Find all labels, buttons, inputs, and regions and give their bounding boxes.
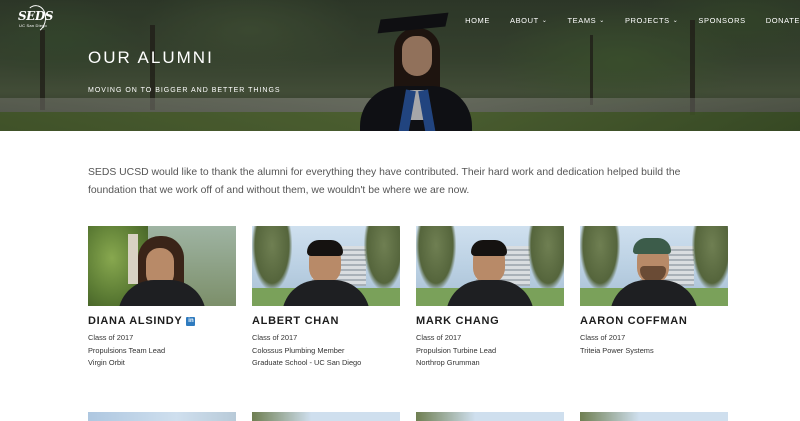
main-nav: HOME ABOUT ⌄ TEAMS ⌄ PROJECTS ⌄ SPONSORS… (465, 13, 800, 27)
alumni-role: Propulsion Turbine Lead (416, 345, 497, 355)
nav-about-label: ABOUT (509, 15, 539, 25)
alumni-photo (252, 226, 400, 306)
nav-teams[interactable]: TEAMS ⌄ (567, 16, 604, 25)
alumni-name-text: AARON COFFMAN (580, 315, 688, 327)
alumni-name: ALBERT CHAN (252, 315, 339, 327)
alumni-photo-next-row (88, 412, 236, 421)
alumni-role: Propulsions Team Lead (88, 345, 166, 355)
alumni-photo-next-row (416, 412, 564, 421)
nav-donate-label: DONATE (765, 15, 800, 25)
nav-donate[interactable]: DONATE (766, 16, 800, 25)
chevron-down-icon: ⌄ (599, 17, 605, 24)
alumni-class: Class of 2017 (252, 333, 298, 342)
alumni-photo-next-row (580, 412, 728, 421)
page-subtitle: MOVING ON TO BIGGER AND BETTER THINGS (88, 87, 281, 94)
nav-home-label: HOME (465, 15, 490, 25)
alumni-class: Class of 2017 (88, 333, 134, 342)
nav-sponsors-label: SPONSORS (698, 15, 746, 25)
alumni-name: DIANA ALSINDY in (88, 315, 196, 327)
seds-logo[interactable]: SEDS UC San Diego (16, 3, 53, 35)
alumni-name: AARON COFFMAN (580, 315, 687, 327)
page-title: OUR ALUMNI (88, 48, 214, 67)
alumni-photo (416, 226, 564, 306)
nav-projects[interactable]: PROJECTS ⌄ (625, 16, 678, 25)
alumni-name-text: ALBERT CHAN (252, 315, 340, 327)
nav-sponsors[interactable]: SPONSORS (698, 16, 745, 25)
alumni-name-text: MARK CHANG (416, 315, 500, 327)
alumni-current: Northrop Grumman (416, 358, 480, 367)
alumni-role: Triteia Power Systems (580, 345, 654, 355)
alumni-current: Virgin Orbit (88, 358, 125, 367)
alumni-photo-next-row (252, 412, 400, 421)
alumni-photo (88, 226, 236, 306)
nav-about[interactable]: ABOUT ⌄ (510, 16, 547, 25)
logo-subtext: UC San Diego (19, 23, 47, 28)
nav-projects-label: PROJECTS (624, 15, 670, 25)
logo-text: SEDS (18, 9, 53, 23)
alumni-class: Class of 2017 (416, 333, 462, 342)
alumni-name-text: DIANA ALSINDY (88, 315, 183, 327)
alumni-name: MARK CHANG (416, 315, 499, 327)
alumni-class: Class of 2017 (580, 333, 626, 342)
nav-home[interactable]: HOME (465, 16, 490, 25)
chevron-down-icon: ⌄ (541, 17, 548, 24)
nav-teams-label: TEAMS (567, 15, 597, 25)
alumni-photo (580, 226, 728, 306)
alumni-current: Graduate School - UC San Diego (252, 358, 362, 367)
intro-paragraph: SEDS UCSD would like to thank the alumni… (88, 167, 681, 196)
chevron-down-icon: ⌄ (672, 17, 679, 24)
linkedin-icon[interactable]: in (186, 316, 196, 326)
alumni-role: Colossus Plumbing Member (252, 345, 345, 355)
